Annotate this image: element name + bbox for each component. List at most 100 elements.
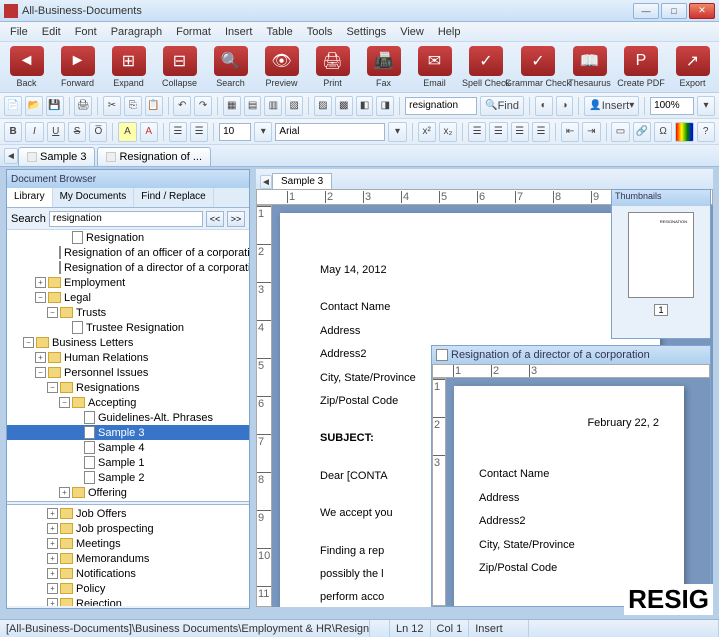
zoom-input[interactable] <box>650 97 694 115</box>
search-prev-button[interactable]: << <box>206 211 224 227</box>
maximize-button[interactable]: □ <box>661 3 687 19</box>
tree-item[interactable]: −Business Letters <box>7 335 249 350</box>
italic-button[interactable]: I <box>25 122 43 142</box>
menu-paragraph[interactable]: Paragraph <box>105 24 168 40</box>
tree-item[interactable]: Trustee Resignation <box>7 320 249 335</box>
search-next-button[interactable]: >> <box>227 211 245 227</box>
email-button[interactable]: ✉Email <box>412 46 457 88</box>
expand-icon[interactable]: − <box>35 367 46 378</box>
menu-help[interactable]: Help <box>432 24 467 40</box>
cut-button[interactable]: ✂ <box>103 96 121 116</box>
toolbar-btn-a[interactable]: ◐ <box>535 96 553 116</box>
underline-button[interactable]: U <box>47 122 65 142</box>
sec-doc-page[interactable]: February 22, 2 Contact Name Address Addr… <box>454 386 684 606</box>
color-picker-button[interactable] <box>675 122 693 142</box>
menu-file[interactable]: File <box>4 24 34 40</box>
query-button[interactable]: ? <box>697 122 715 142</box>
misc-button-1[interactable]: ▦ <box>223 96 241 116</box>
tree-splitter[interactable] <box>7 501 249 505</box>
copy-button[interactable]: ⎘ <box>124 96 142 116</box>
font-name-input[interactable] <box>275 123 385 141</box>
menu-insert[interactable]: Insert <box>219 24 259 40</box>
menu-view[interactable]: View <box>394 24 430 40</box>
tree-item[interactable]: +Employment <box>7 275 249 290</box>
vertical-ruler[interactable]: 123456789101112 <box>256 205 272 607</box>
tree-item[interactable]: Resignation <box>7 230 249 245</box>
tree-item[interactable]: Resignation of a director of a corporati <box>7 260 249 275</box>
highlight-button[interactable]: A <box>118 122 136 142</box>
overline-button[interactable]: O̅ <box>89 122 107 142</box>
subscript-button[interactable]: x₂ <box>439 122 457 142</box>
tree-item[interactable]: −Accepting <box>7 395 249 410</box>
expand-icon[interactable]: + <box>35 352 46 363</box>
tree-item[interactable]: +Memorandums <box>7 551 249 566</box>
expand-icon[interactable]: + <box>35 277 46 288</box>
tree-item[interactable]: Sample 2 <box>7 470 249 485</box>
new-button[interactable]: 📄 <box>4 96 22 116</box>
search-button[interactable]: 🔍Search <box>208 46 253 88</box>
doc-tab-sample3[interactable]: Sample 3 <box>18 147 95 166</box>
ordered-list-button[interactable]: ☰ <box>169 122 187 142</box>
tree-item[interactable]: +Offering <box>7 485 249 500</box>
misc-button-8[interactable]: ◨ <box>376 96 394 116</box>
collapse-button[interactable]: ⊟Collapse <box>157 46 202 88</box>
symbol-button[interactable]: Ω <box>654 122 672 142</box>
menu-font[interactable]: Font <box>69 24 103 40</box>
document-tree[interactable]: ResignationResignation of an officer of … <box>7 230 249 606</box>
thumbnail-page-number[interactable]: 1 <box>654 304 668 316</box>
inner-tab-nav[interactable]: ◄ <box>260 175 272 189</box>
secondary-doc-title-bar[interactable]: Resignation of a director of a corporati… <box>432 346 710 364</box>
tree-item[interactable]: −Legal <box>7 290 249 305</box>
tree-item[interactable]: Sample 4 <box>7 440 249 455</box>
sec-vertical-ruler[interactable]: 123 <box>432 378 446 606</box>
border-button[interactable]: ▭ <box>611 122 629 142</box>
toolbar-search-input[interactable] <box>405 97 477 115</box>
thumbnail-page[interactable]: RESIGNATION <box>628 212 694 298</box>
misc-button-6[interactable]: ▩ <box>335 96 353 116</box>
unordered-list-button[interactable]: ☰ <box>190 122 208 142</box>
misc-button-5[interactable]: ▨ <box>314 96 332 116</box>
align-left-button[interactable]: ☰ <box>468 122 486 142</box>
tab-nav-left[interactable]: ◄ <box>4 148 18 164</box>
insert-button[interactable]: 👤Insert ▾ <box>584 96 639 116</box>
fax-button[interactable]: 📠Fax <box>361 46 406 88</box>
grammar-check-button[interactable]: ✓Grammar Check <box>515 46 561 88</box>
expand-icon[interactable]: + <box>47 508 58 519</box>
tree-item[interactable]: Resignation of an officer of a corporati <box>7 245 249 260</box>
zoom-dropdown[interactable]: ▾ <box>697 96 715 116</box>
font-name-dropdown[interactable]: ▾ <box>388 122 406 142</box>
expand-icon[interactable]: + <box>47 523 58 534</box>
menu-edit[interactable]: Edit <box>36 24 67 40</box>
expand-button[interactable]: ⊞Expand <box>106 46 151 88</box>
misc-button-3[interactable]: ▥ <box>264 96 282 116</box>
align-right-button[interactable]: ☰ <box>511 122 529 142</box>
expand-icon[interactable]: + <box>47 553 58 564</box>
tree-item[interactable]: +Notifications <box>7 566 249 581</box>
sec-doc-scroll[interactable]: 123 February 22, 2 Contact Name Address … <box>432 378 710 606</box>
menu-settings[interactable]: Settings <box>340 24 392 40</box>
print-button[interactable]: 🖨 <box>74 96 92 116</box>
menu-format[interactable]: Format <box>170 24 217 40</box>
expand-icon[interactable]: − <box>35 292 46 303</box>
expand-icon[interactable]: − <box>47 307 58 318</box>
menu-table[interactable]: Table <box>260 24 298 40</box>
browser-tab-library[interactable]: Library <box>7 188 53 207</box>
menu-tools[interactable]: Tools <box>301 24 339 40</box>
minimize-button[interactable]: — <box>633 3 659 19</box>
expand-icon[interactable]: − <box>47 382 58 393</box>
expand-icon[interactable]: + <box>59 487 70 498</box>
browser-tab-findreplace[interactable]: Find / Replace <box>134 188 213 207</box>
align-justify-button[interactable]: ☰ <box>532 122 550 142</box>
print-button[interactable]: 🖨Print <box>310 46 355 88</box>
expand-icon[interactable]: − <box>59 397 70 408</box>
tree-item[interactable]: +Meetings <box>7 536 249 551</box>
paste-button[interactable]: 📋 <box>145 96 163 116</box>
font-color-button[interactable]: A <box>140 122 158 142</box>
tree-item[interactable]: Sample 1 <box>7 455 249 470</box>
expand-icon[interactable]: + <box>47 538 58 549</box>
tree-item[interactable]: −Trusts <box>7 305 249 320</box>
tree-item[interactable]: +Rejection <box>7 596 249 606</box>
indent-dec-button[interactable]: ⇤ <box>561 122 579 142</box>
font-size-input[interactable] <box>219 123 251 141</box>
inner-doc-tab[interactable]: Sample 3 <box>272 173 332 189</box>
